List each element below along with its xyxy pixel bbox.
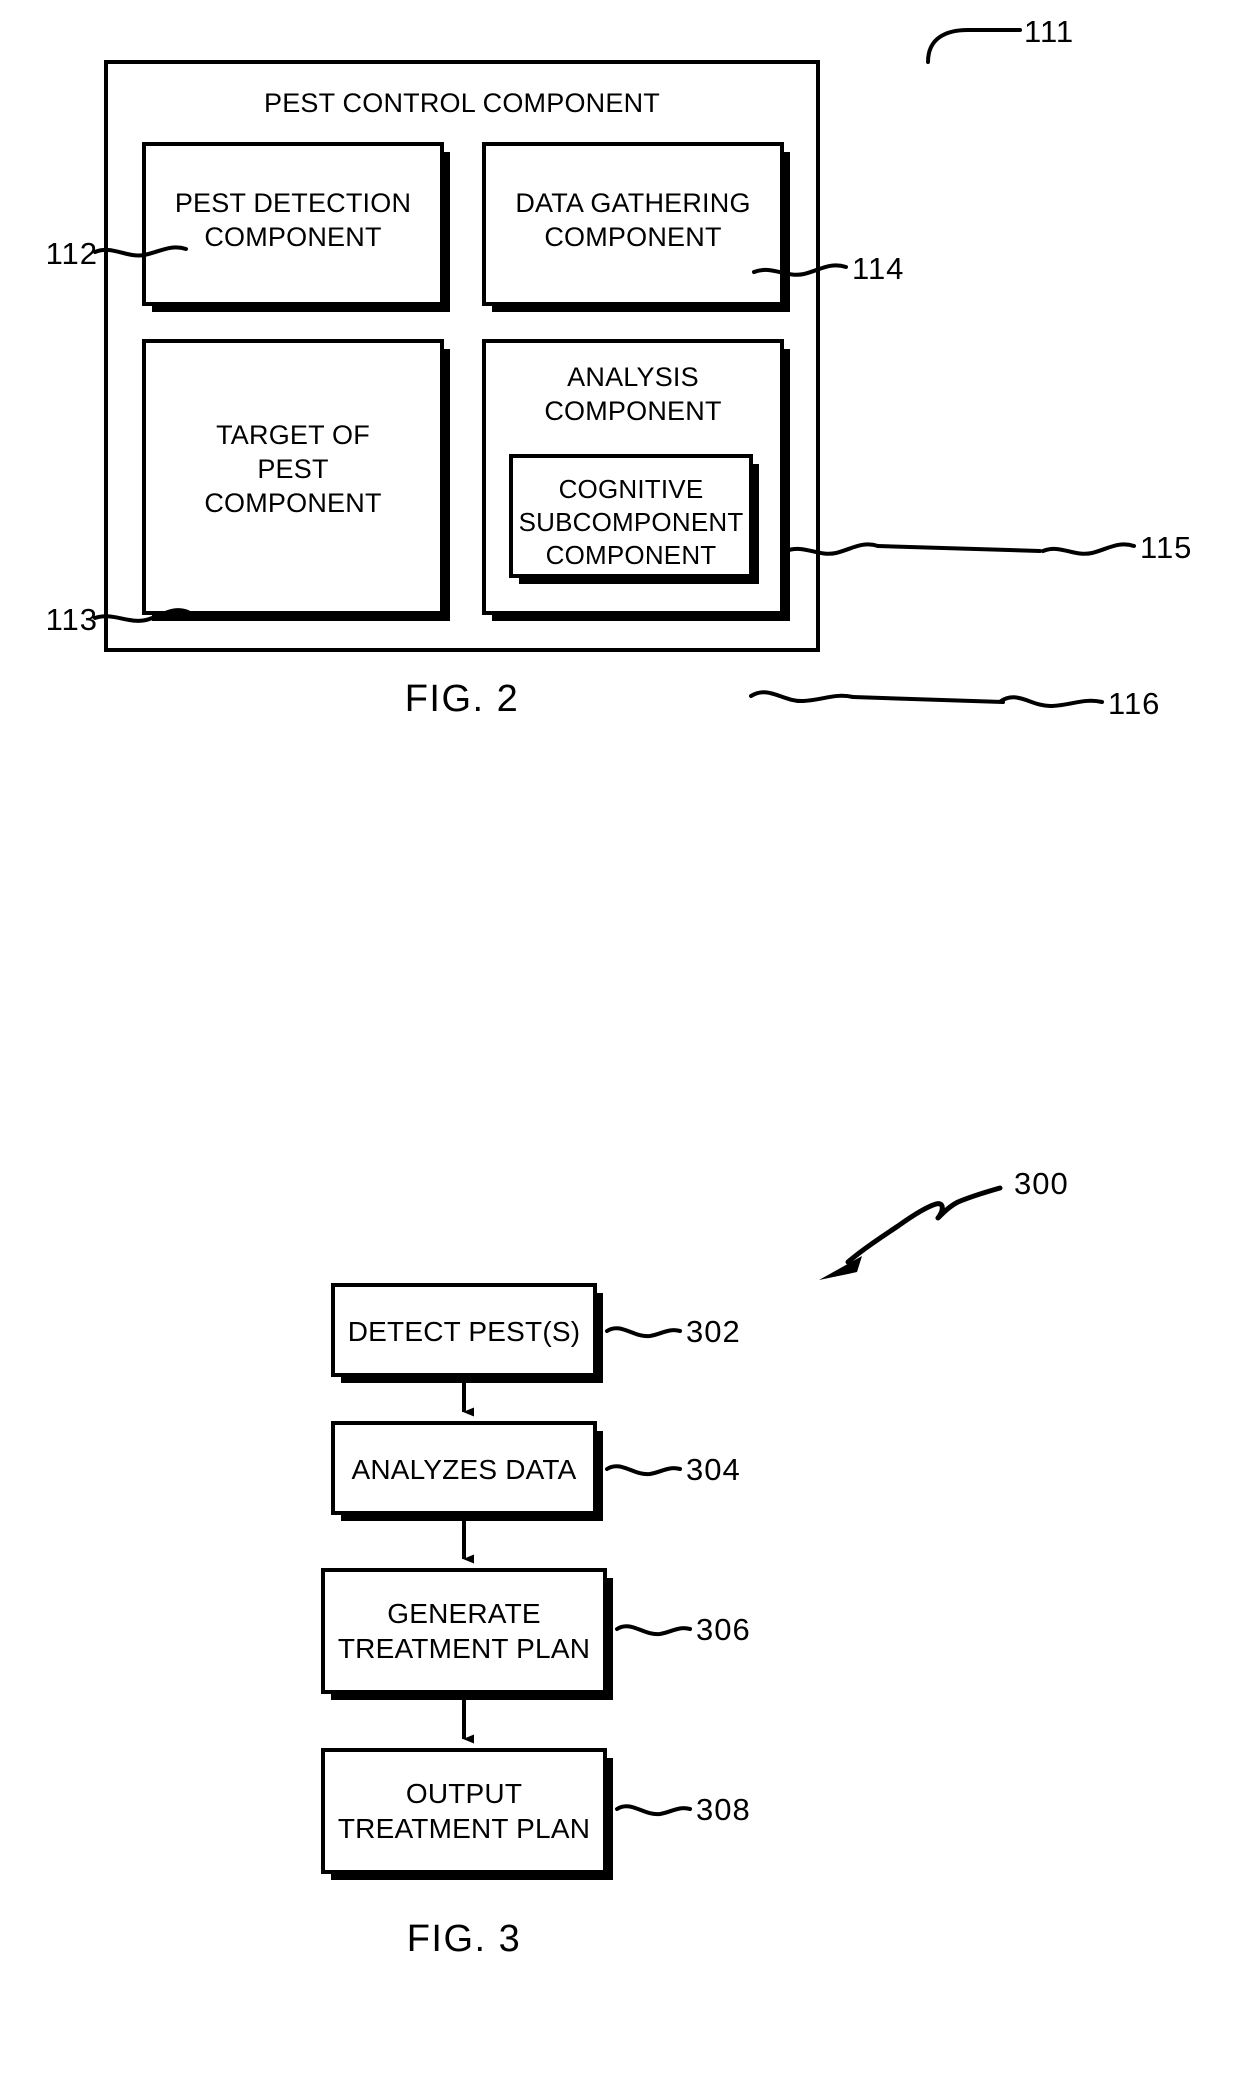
reference-numeral-304: 304 (686, 1452, 741, 1487)
fig3-label-output-treatment-plan: OUTPUT TREATMENT PLAN (337, 1778, 591, 1845)
fig3-caption: FIG. 3 (406, 1918, 522, 1960)
reference-numeral-112: 112 (45, 236, 98, 271)
fig2-caption: FIG. 2 (404, 678, 520, 720)
reference-numeral-115: 115 (1140, 530, 1193, 565)
patent-figure-sheet: PEST CONTROL COMPONENT 111 112 113 114 1… (0, 0, 1240, 2089)
fig3-flow-pointer-arrow (819, 1185, 1003, 1280)
leader-306 (615, 1624, 692, 1637)
leader-308 (615, 1804, 692, 1817)
fig3-label-analyzes-data: ANALYZES DATA (351, 1454, 577, 1485)
fig2-outer-box-title: PEST CONTROL COMPONENT (264, 88, 660, 118)
fig2-label-data-gathering: DATA GATHERING COMPONENT (515, 188, 751, 253)
fig2-label-pest-detection: PEST DETECTION COMPONENT (174, 188, 412, 253)
fig2-label-cognitive-subcomponent: COGNITIVE SUBCOMPONENT COMPONENT (518, 474, 744, 570)
leader-116-stub (749, 690, 1005, 704)
leader-111 (926, 28, 1022, 64)
reference-numeral-306: 306 (696, 1612, 751, 1647)
reference-numeral-114: 114 (852, 251, 905, 286)
fig3-label-detect-pest: DETECT PEST(S) (347, 1316, 581, 1347)
leader-304 (605, 1464, 682, 1477)
leader-302 (605, 1326, 682, 1339)
leader-115-stub (784, 542, 1042, 556)
reference-numeral-308: 308 (696, 1792, 751, 1827)
reference-numeral-302: 302 (686, 1314, 741, 1349)
figure-vector-layer (93, 28, 1136, 1880)
reference-numeral-111: 111 (1024, 14, 1075, 49)
leader-115 (1041, 542, 1136, 556)
reference-numeral-300: 300 (1014, 1166, 1069, 1201)
reference-numeral-113: 113 (45, 602, 98, 637)
fig3-label-generate-treatment-plan: GENERATE TREATMENT PLAN (337, 1598, 591, 1665)
leader-116 (999, 695, 1104, 709)
fig2-label-target-of-pest: TARGET OF PEST COMPONENT (204, 420, 382, 519)
reference-numeral-116: 116 (1108, 686, 1161, 721)
fig2-label-analysis: ANALYSIS COMPONENT (544, 362, 722, 427)
